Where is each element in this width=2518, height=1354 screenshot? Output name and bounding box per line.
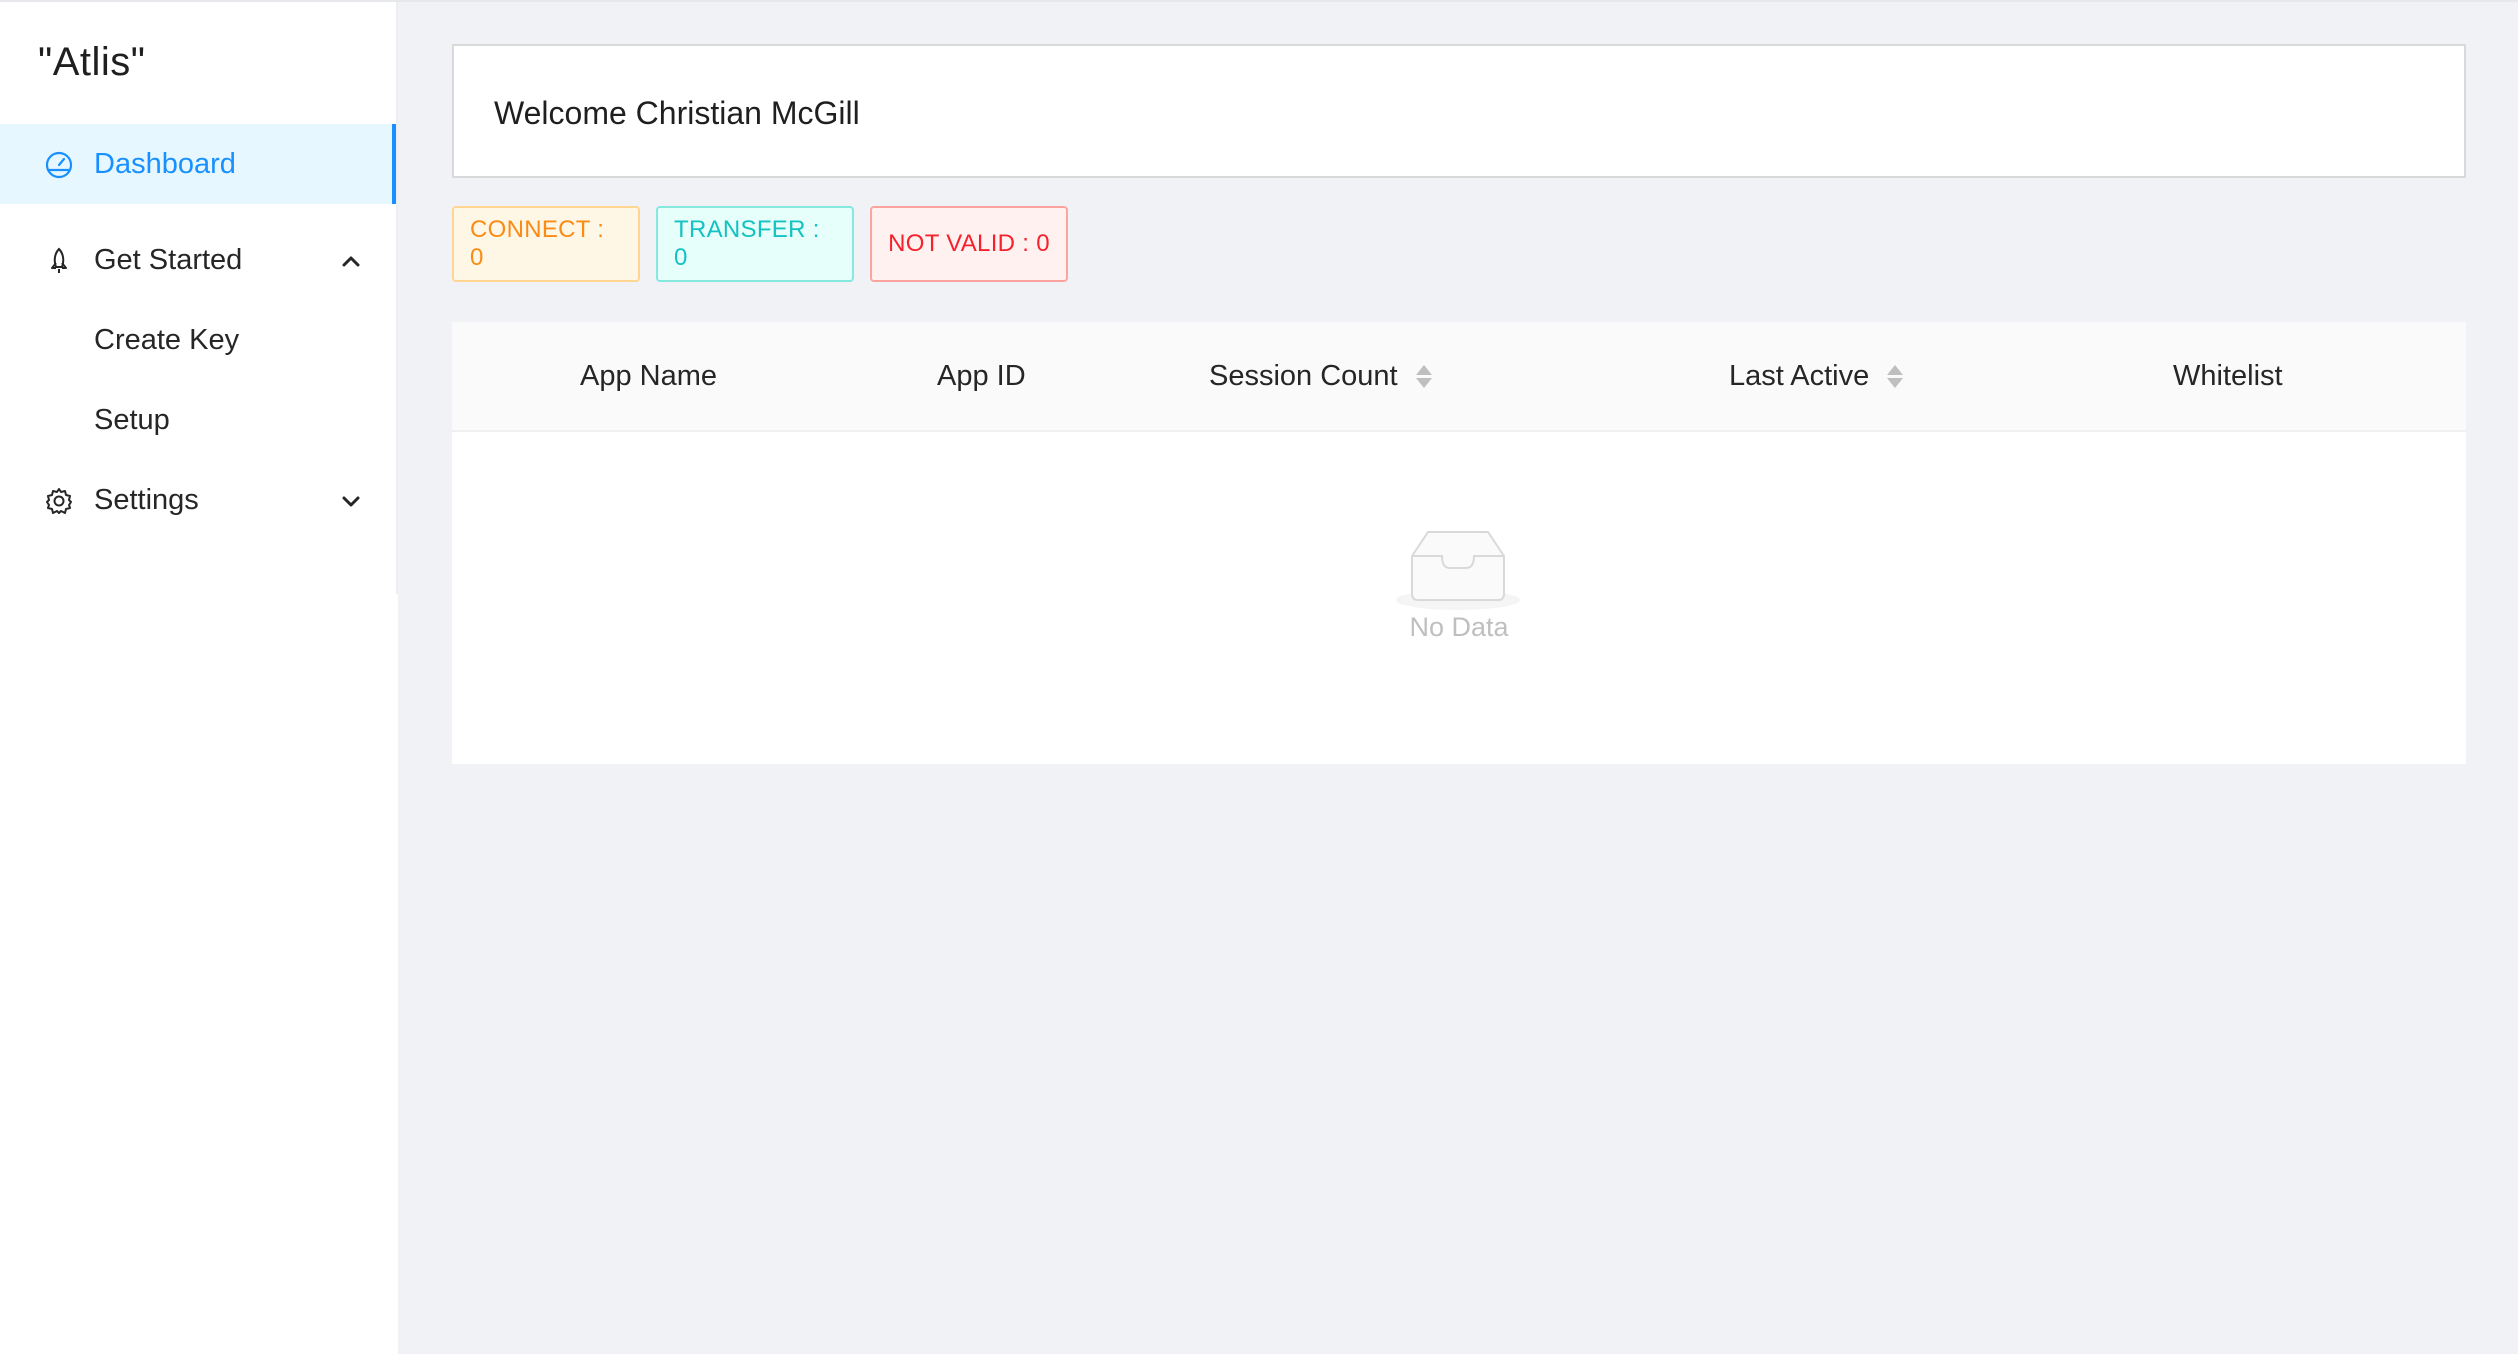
table-header: App Name App ID Session Count Last Activ… <box>452 322 2466 432</box>
sidebar-subitem-setup[interactable]: Setup <box>0 380 398 460</box>
column-header-app-id: App ID <box>937 360 1026 393</box>
column-header-app-name: App Name <box>580 360 717 393</box>
welcome-message: Welcome Christian McGill <box>494 95 860 131</box>
sidebar-item-label: Setup <box>94 403 170 436</box>
connect-count-tag: CONNECT : 0 <box>452 206 640 282</box>
empty-state-text: No Data <box>1409 612 1509 642</box>
transfer-count-tag: TRANSFER : 0 <box>656 206 854 282</box>
sidebar-item-settings[interactable]: Settings <box>0 460 398 540</box>
sort-icon[interactable] <box>1415 365 1432 388</box>
sidebar-menu: Dashboard Get Started Create Key Setup S… <box>0 124 398 540</box>
sidebar-item-get-started[interactable]: Get Started <box>0 220 398 300</box>
rocket-icon <box>51 247 67 273</box>
sidebar-item-label: Get Started <box>94 243 243 276</box>
sort-icon[interactable] <box>1887 365 1904 388</box>
chevron-down-icon <box>342 496 360 507</box>
column-title: App Name <box>580 360 718 392</box>
sidebar-item-label: Settings <box>94 483 199 516</box>
sidebar-subitem-create-key[interactable]: Create Key <box>0 300 398 380</box>
empty-inbox-icon <box>1396 531 1520 610</box>
sidebar: "Atlis" Dashboard Get Started Create Key <box>0 2 398 1354</box>
column-header-last-active[interactable]: Last Active <box>1729 360 1904 393</box>
column-header-session-count[interactable]: Session Count <box>1209 360 1432 393</box>
apps-table: App Name App ID Session Count Last Activ… <box>452 322 2466 764</box>
app-logo: "Atlis" <box>38 40 146 84</box>
column-title: Whitelist <box>2173 360 2283 392</box>
welcome-card: Welcome Christian McGill <box>452 44 2466 178</box>
status-tags: CONNECT : 0 TRANSFER : 0 NOT VALID : 0 <box>452 206 1068 282</box>
column-title: Session Count <box>1209 360 1398 392</box>
column-header-whitelist: Whitelist <box>2173 360 2283 393</box>
table-empty-state: No Data <box>452 432 2466 764</box>
sidebar-item-label: Create Key <box>94 323 240 356</box>
column-title: App ID <box>937 360 1026 392</box>
dashboard-icon <box>45 151 73 179</box>
not-valid-count-tag: NOT VALID : 0 <box>870 206 1068 282</box>
sidebar-item-label: Dashboard <box>94 147 236 180</box>
chevron-up-icon <box>342 256 360 267</box>
gear-icon <box>46 488 72 514</box>
sidebar-item-dashboard[interactable]: Dashboard <box>0 124 398 204</box>
column-title: Last Active <box>1729 360 1870 392</box>
sidebar-divider <box>396 2 398 594</box>
